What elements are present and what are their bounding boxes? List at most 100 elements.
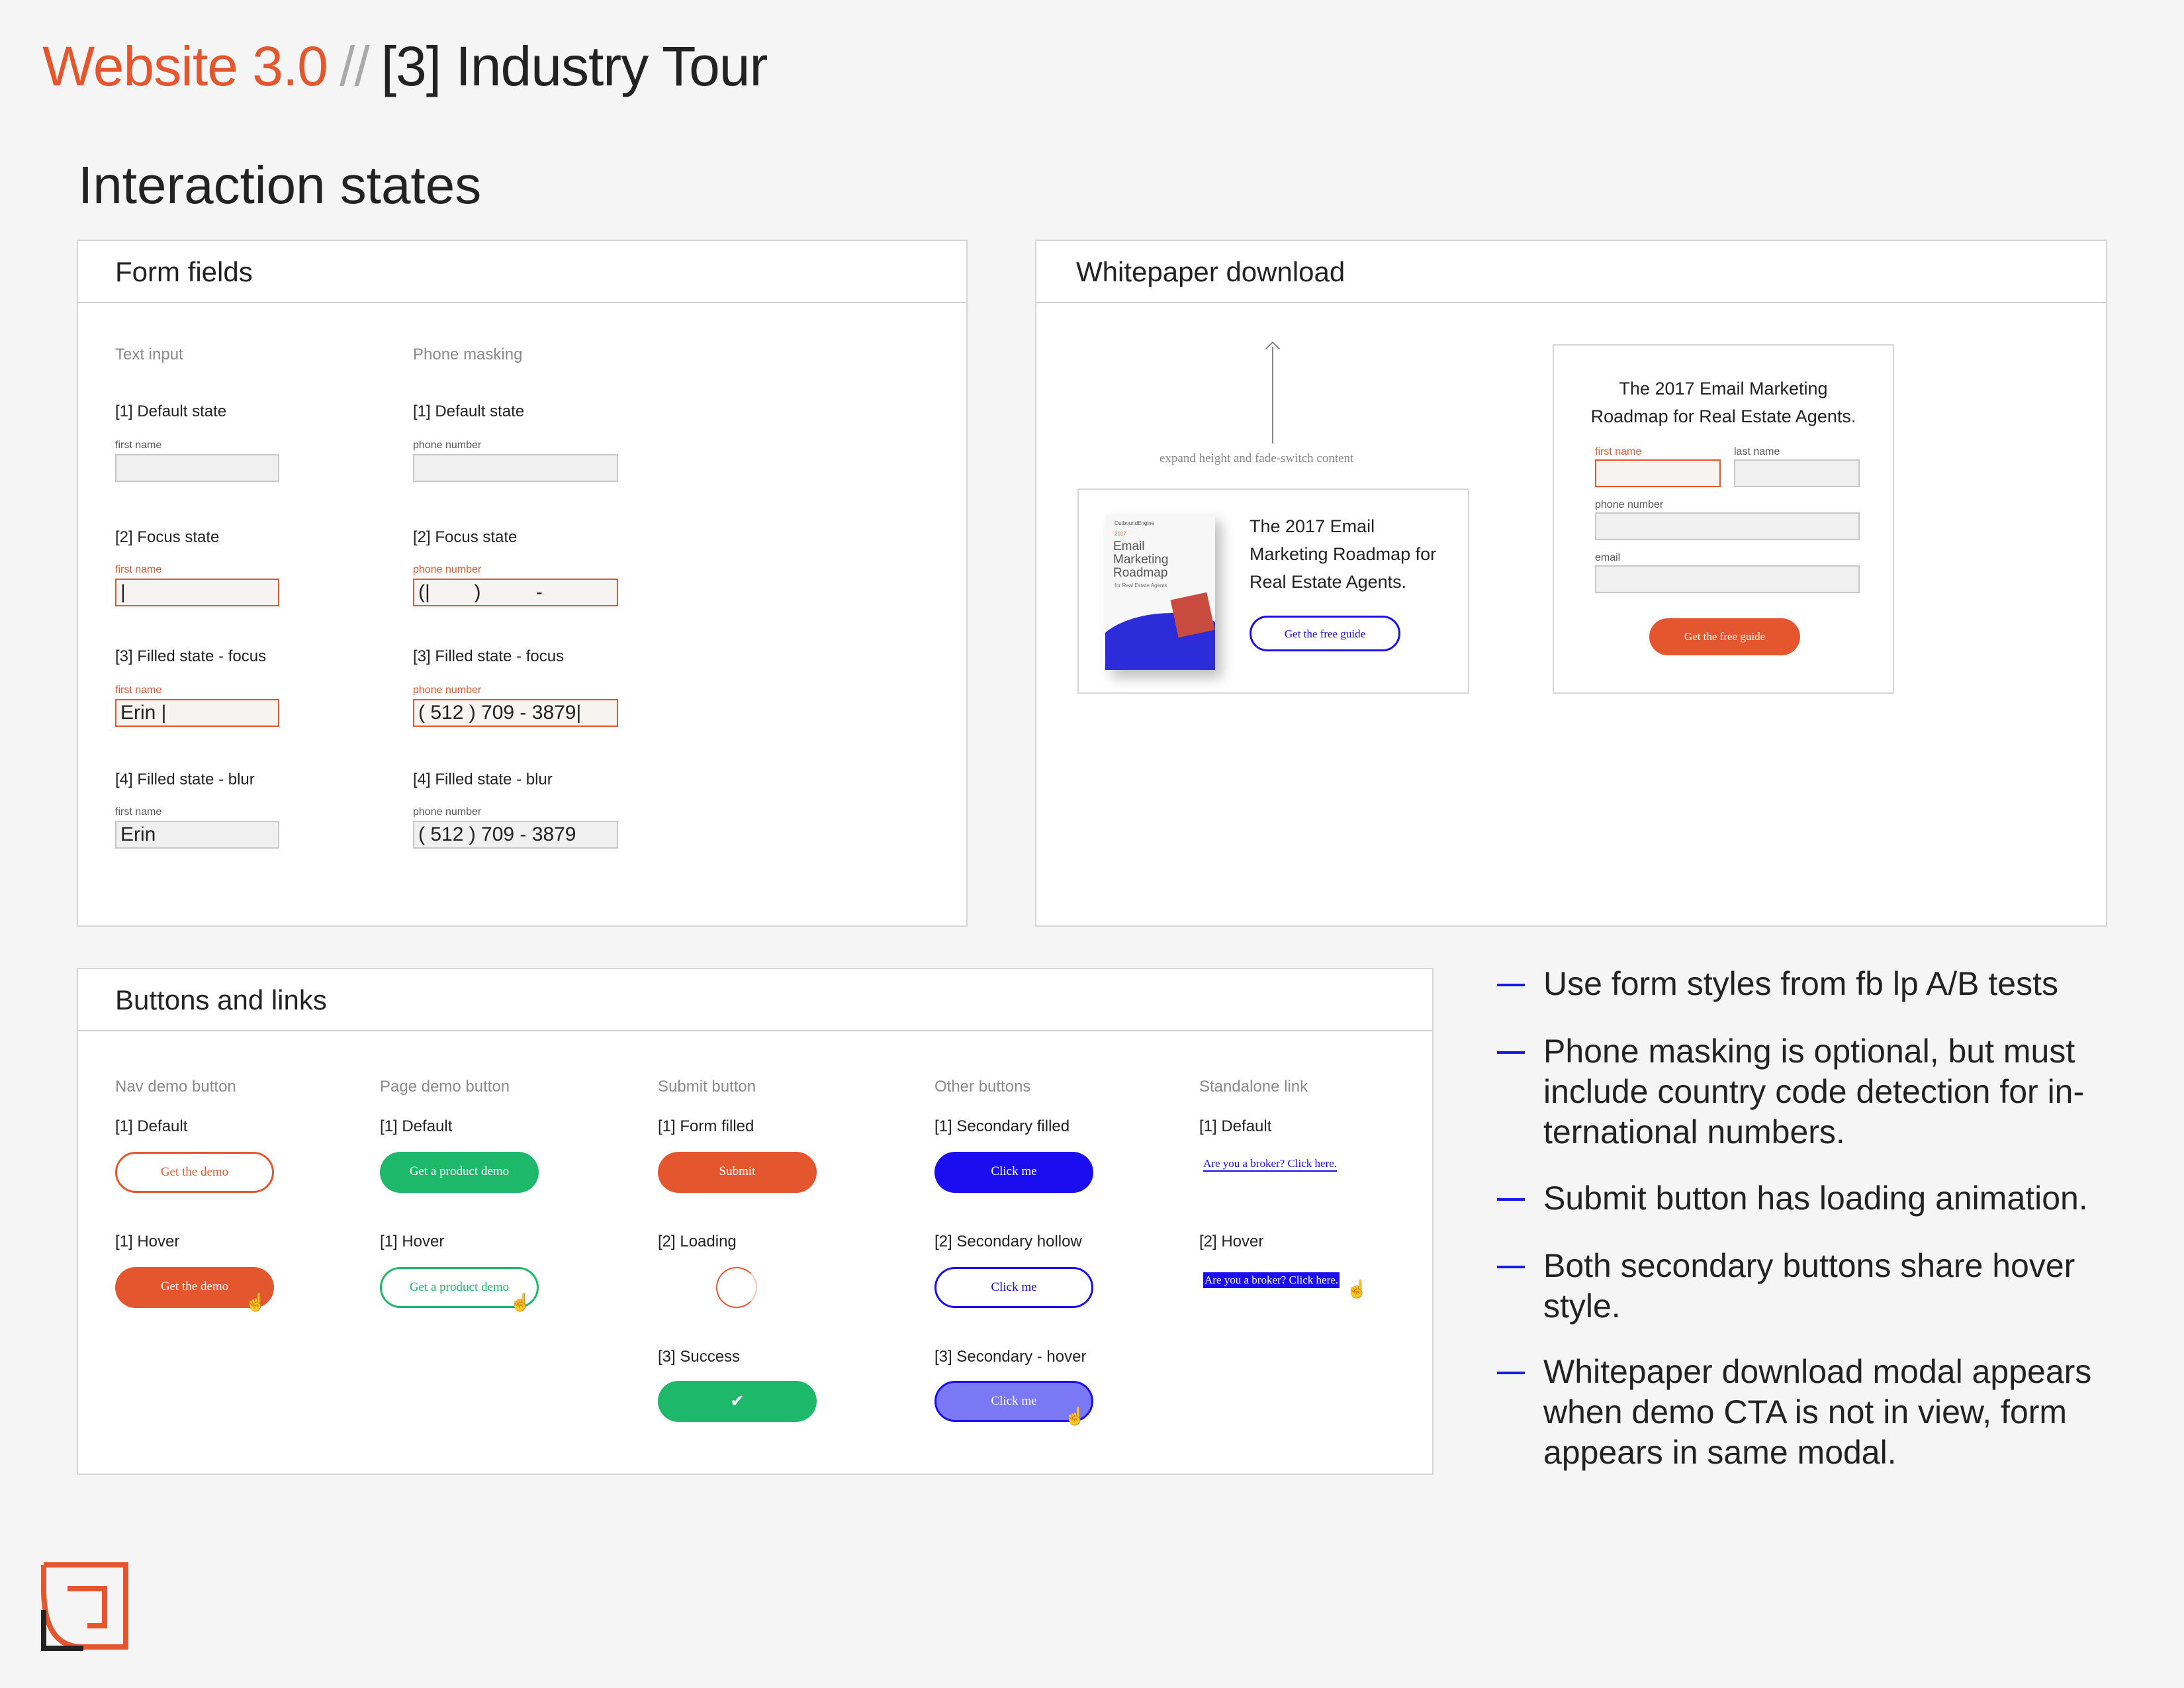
card-text-line: The 2017 Email — [1250, 516, 1375, 536]
field-label: phone number — [413, 806, 482, 818]
modal-last-name-field[interactable] — [1734, 459, 1860, 487]
modal-title-line: The 2017 Email Marketing — [1619, 379, 1828, 399]
phone-field[interactable] — [413, 454, 618, 482]
secondary-filled-button[interactable]: Click me — [934, 1152, 1093, 1193]
first-name-field[interactable]: Erin | — [115, 699, 279, 727]
col-submit: Submit button — [658, 1078, 756, 1096]
dash-icon — [1497, 1372, 1525, 1374]
field-label: first name — [115, 806, 162, 818]
field-label: phone number — [413, 684, 482, 696]
state-label: [1] Default state — [413, 402, 525, 420]
state-label: [2] Focus state — [413, 528, 518, 546]
arrow-up-icon — [1272, 347, 1273, 444]
product-demo-button[interactable]: Get a product demo — [380, 1152, 539, 1193]
card-text-line: Real Estate Agents. — [1250, 572, 1407, 592]
broker-link[interactable]: Are you a broker? Click here. — [1203, 1157, 1338, 1172]
section-subtitle: Interaction states — [78, 156, 482, 214]
first-name-field[interactable]: | — [115, 579, 279, 606]
note-line: ternational numbers. — [1543, 1113, 1845, 1150]
state-label: [2] Loading — [658, 1233, 737, 1250]
book-subtitle: for Real Estate Agents — [1115, 583, 1167, 588]
note-line: Use form styles from fb lp A/B tests — [1543, 965, 2059, 1002]
arrow-head-icon — [1265, 341, 1281, 357]
dash-icon — [1497, 984, 1525, 986]
get-free-guide-button[interactable]: Get the free guide — [1250, 616, 1400, 651]
company-logo — [41, 1562, 128, 1651]
phone-field[interactable]: ( 512 ) 709 - 3879 — [413, 821, 618, 849]
state-label: [1] Hover — [380, 1233, 445, 1250]
modal-title-line: Roadmap for Real Estate Agents. — [1590, 406, 1856, 426]
modal-last-name-label: last name — [1734, 446, 1780, 457]
whitepaper-panel: Whitepaper download expand height and fa… — [1035, 240, 2107, 927]
field-label: first name — [115, 440, 162, 451]
state-label: [2] Hover — [1199, 1233, 1264, 1250]
state-label: [1] Secondary filled — [934, 1117, 1070, 1135]
state-label: [1] Default — [380, 1117, 453, 1135]
book-title-line: Marketing — [1113, 553, 1169, 567]
state-label: [3] Success — [658, 1348, 741, 1366]
modal-phone-field[interactable] — [1595, 512, 1860, 540]
state-label: [3] Filled state - focus — [115, 647, 267, 665]
note-line: style. — [1543, 1288, 1621, 1325]
book-cover-image: OutboundEngine 2017 Email Marketing Road… — [1105, 514, 1215, 670]
book-title-line: Roadmap — [1113, 566, 1168, 580]
hand-cursor-icon: ☝ — [245, 1292, 267, 1312]
first-name-field[interactable]: Erin — [115, 821, 279, 849]
col-text-input: Text input — [115, 346, 183, 363]
dash-icon — [1497, 1198, 1525, 1201]
submit-button[interactable]: Submit — [658, 1152, 817, 1193]
hand-cursor-icon: ☝ — [510, 1292, 531, 1312]
secondary-hollow-button[interactable]: Click me — [934, 1267, 1093, 1308]
dash-icon — [1497, 1051, 1525, 1054]
first-name-field[interactable] — [115, 454, 279, 482]
book-title: Email Marketing Roadmap — [1113, 540, 1168, 580]
state-label: [1] Default state — [115, 402, 227, 420]
modal-email-label: email — [1595, 552, 1621, 563]
state-label: [4] Filled state - blur — [115, 771, 255, 788]
note-line: Phone masking is optional, but must — [1543, 1033, 2075, 1070]
phone-field[interactable]: ( 512 ) 709 - 3879| — [413, 699, 618, 727]
phone-field[interactable]: (| ) - — [413, 579, 618, 606]
book-photo — [1170, 592, 1215, 638]
card-text: The 2017 Email Marketing Roadmap for Rea… — [1250, 512, 1436, 596]
note-line: include country code detection for in- — [1543, 1073, 2085, 1110]
title-brand: Website 3.0 — [42, 35, 328, 97]
col-nav-demo: Nav demo button — [115, 1078, 236, 1096]
state-label: [1] Default — [1199, 1117, 1272, 1135]
modal-first-name-field[interactable] — [1595, 459, 1721, 487]
card-text-line: Marketing Roadmap for — [1250, 544, 1437, 564]
field-label: first name — [115, 564, 162, 575]
state-label: [2] Secondary hollow — [934, 1233, 1082, 1250]
annotation-text: expand height and fade-switch content — [1160, 451, 1354, 465]
col-page-demo: Page demo button — [380, 1078, 510, 1096]
note-line: Both secondary buttons share hover — [1543, 1247, 2075, 1284]
loading-spinner-icon — [716, 1267, 757, 1308]
col-phone-masking: Phone masking — [413, 346, 523, 363]
form-fields-title: Form fields — [78, 241, 966, 303]
whitepaper-card: OutboundEngine 2017 Email Marketing Road… — [1077, 489, 1469, 694]
book-year: 2017 — [1115, 531, 1126, 537]
col-standalone-link: Standalone link — [1199, 1078, 1308, 1096]
get-demo-button[interactable]: Get the demo — [115, 1152, 274, 1193]
book-brand: OutboundEngine — [1115, 520, 1155, 526]
modal-email-field[interactable] — [1595, 565, 1860, 593]
modal-title: The 2017 Email Marketing Roadmap for Rea… — [1554, 375, 1893, 430]
note-line: Whitepaper download modal appears — [1543, 1353, 2092, 1390]
whitepaper-modal: The 2017 Email Marketing Roadmap for Rea… — [1553, 344, 1894, 694]
note-line: Submit button has loading animation. — [1543, 1180, 2088, 1217]
state-label: [1] Hover — [115, 1233, 180, 1250]
field-label: phone number — [413, 564, 482, 575]
state-label: [2] Focus state — [115, 528, 220, 546]
note-line: appears in same modal. — [1543, 1434, 1897, 1471]
form-fields-panel: Form fields Text input Phone masking [1]… — [77, 240, 968, 927]
modal-get-free-guide-button[interactable]: Get the free guide — [1649, 618, 1800, 655]
state-label: [1] Default — [115, 1117, 188, 1135]
hand-cursor-icon: ☝ — [1346, 1279, 1368, 1299]
state-label: [1] Form filled — [658, 1117, 754, 1135]
success-button[interactable]: ✔ — [658, 1381, 817, 1422]
book-title-line: Email — [1113, 539, 1145, 553]
broker-link-hover[interactable]: Are you a broker? Click here. — [1203, 1272, 1340, 1288]
checkmark-icon: ✔ — [730, 1391, 745, 1411]
col-other-buttons: Other buttons — [934, 1078, 1031, 1096]
title-page: [3] Industry Tour — [381, 35, 768, 97]
